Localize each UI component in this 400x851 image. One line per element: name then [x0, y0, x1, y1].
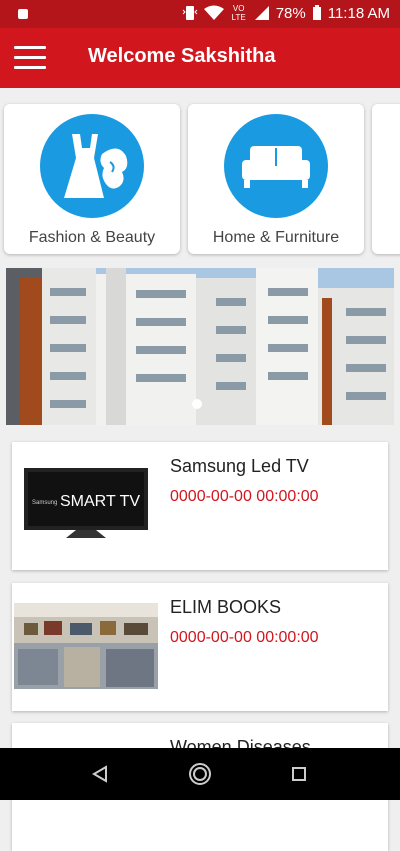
category-label: Fashion & Beauty: [28, 229, 156, 246]
battery-percent: 78%: [275, 4, 306, 22]
category-fashion-beauty[interactable]: Fashion & Beauty: [4, 104, 180, 254]
wifi-icon: [203, 5, 224, 20]
home-inner-ring: [193, 767, 207, 781]
system-navigation-bar: [0, 748, 400, 800]
notification-icons: [14, 5, 32, 28]
product-card[interactable]: ELIM BOOKS 0000-00-00 00:00:00: [12, 583, 388, 711]
vibrate-icon: [182, 6, 198, 20]
product-name: Samsung Led TV: [170, 456, 309, 476]
back-icon[interactable]: [92, 765, 107, 783]
category-carousel[interactable]: Fashion & Beauty Home & Furniture: [0, 100, 400, 260]
category-partial[interactable]: [372, 104, 400, 254]
product-card[interactable]: Samsung SMART TV Samsung Led TV 0000-00-…: [12, 442, 388, 570]
status-bar: VO LTE 78% 11:18 AM: [0, 0, 400, 28]
product-date: 0000-00-00 00:00:00: [170, 629, 319, 646]
app-bar: Welcome Sakshitha: [0, 28, 400, 88]
sofa-icon: [224, 114, 328, 218]
product-name: ELIM BOOKS: [170, 597, 282, 617]
category-home-furniture[interactable]: Home & Furniture: [188, 104, 364, 254]
category-label: Home & Furniture: [212, 229, 340, 246]
smart-tv-image: Samsung SMART TV: [14, 462, 158, 548]
banner-image[interactable]: [6, 268, 394, 425]
clock: 11:18 AM: [327, 4, 390, 22]
dress-icon: [40, 114, 144, 218]
menu-icon[interactable]: [14, 46, 46, 70]
recent-apps-icon[interactable]: [292, 767, 306, 781]
battery-icon: [312, 5, 321, 20]
bookstore-image: [14, 603, 158, 689]
carousel-indicator[interactable]: [192, 399, 202, 409]
tv-brand-text: Samsung: [32, 500, 57, 506]
signal-icon: [254, 6, 269, 20]
network-type: VO LTE: [231, 4, 246, 22]
android-notification-icon: [18, 9, 28, 19]
tv-logo-text: SMART TV: [60, 493, 140, 510]
product-date: 0000-00-00 00:00:00: [170, 488, 319, 505]
page-title: Welcome Sakshitha: [88, 45, 276, 67]
